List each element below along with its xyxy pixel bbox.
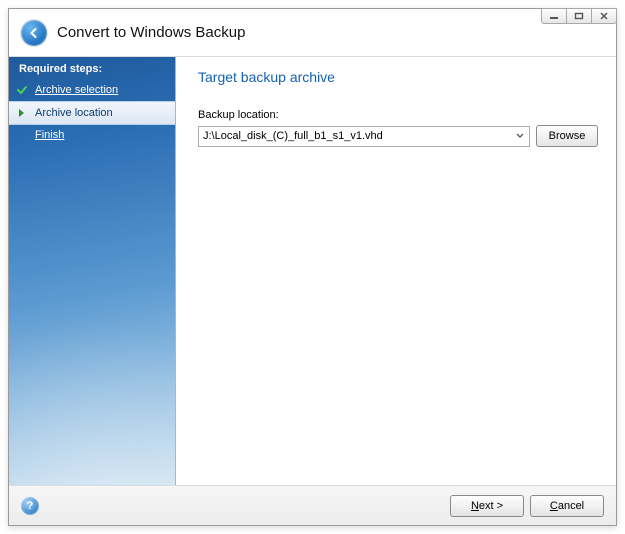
browse-button[interactable]: Browse [536,125,598,147]
sidebar-heading: Required steps: [9,57,175,79]
step-label: Archive location [35,107,113,119]
backup-location-label: Backup location: [198,109,598,121]
wizard-body: Required steps: Archive selection Archiv… [9,57,616,485]
step-label: Finish [35,129,64,141]
backup-location-row: J:\Local_disk_(C)_full_b1_s1_v1.vhd Brow… [198,125,598,147]
step-archive-location[interactable]: Archive location [9,101,175,125]
close-button[interactable] [591,8,617,24]
main-panel: Target backup archive Backup location: J… [176,57,616,485]
back-button[interactable] [21,20,47,46]
help-icon: ? [27,500,34,512]
browse-label: Browse [549,130,586,142]
page-title: Target backup archive [198,69,598,85]
backup-location-value: J:\Local_disk_(C)_full_b1_s1_v1.vhd [203,130,515,142]
step-label: Archive selection [35,84,118,96]
cancel-button[interactable]: Cancel [530,495,604,517]
checkmark-icon [15,83,29,97]
arrow-right-icon [15,106,29,120]
step-finish[interactable]: Finish [9,125,175,145]
next-button[interactable]: Next > [450,495,524,517]
chevron-down-icon[interactable] [515,130,525,142]
wizard-footer: ? Next > Cancel [9,485,616,525]
backup-location-input[interactable]: J:\Local_disk_(C)_full_b1_s1_v1.vhd [198,126,530,147]
wizard-title: Convert to Windows Backup [57,24,245,41]
arrow-left-icon [27,26,41,40]
maximize-button[interactable] [566,8,592,24]
minimize-button[interactable] [541,8,567,24]
wizard-window: Convert to Windows Backup Required steps… [8,8,617,526]
wizard-header: Convert to Windows Backup [9,9,616,57]
window-controls [542,8,617,24]
help-button[interactable]: ? [21,497,39,515]
step-archive-selection[interactable]: Archive selection [9,79,175,101]
steps-sidebar: Required steps: Archive selection Archiv… [9,57,176,485]
